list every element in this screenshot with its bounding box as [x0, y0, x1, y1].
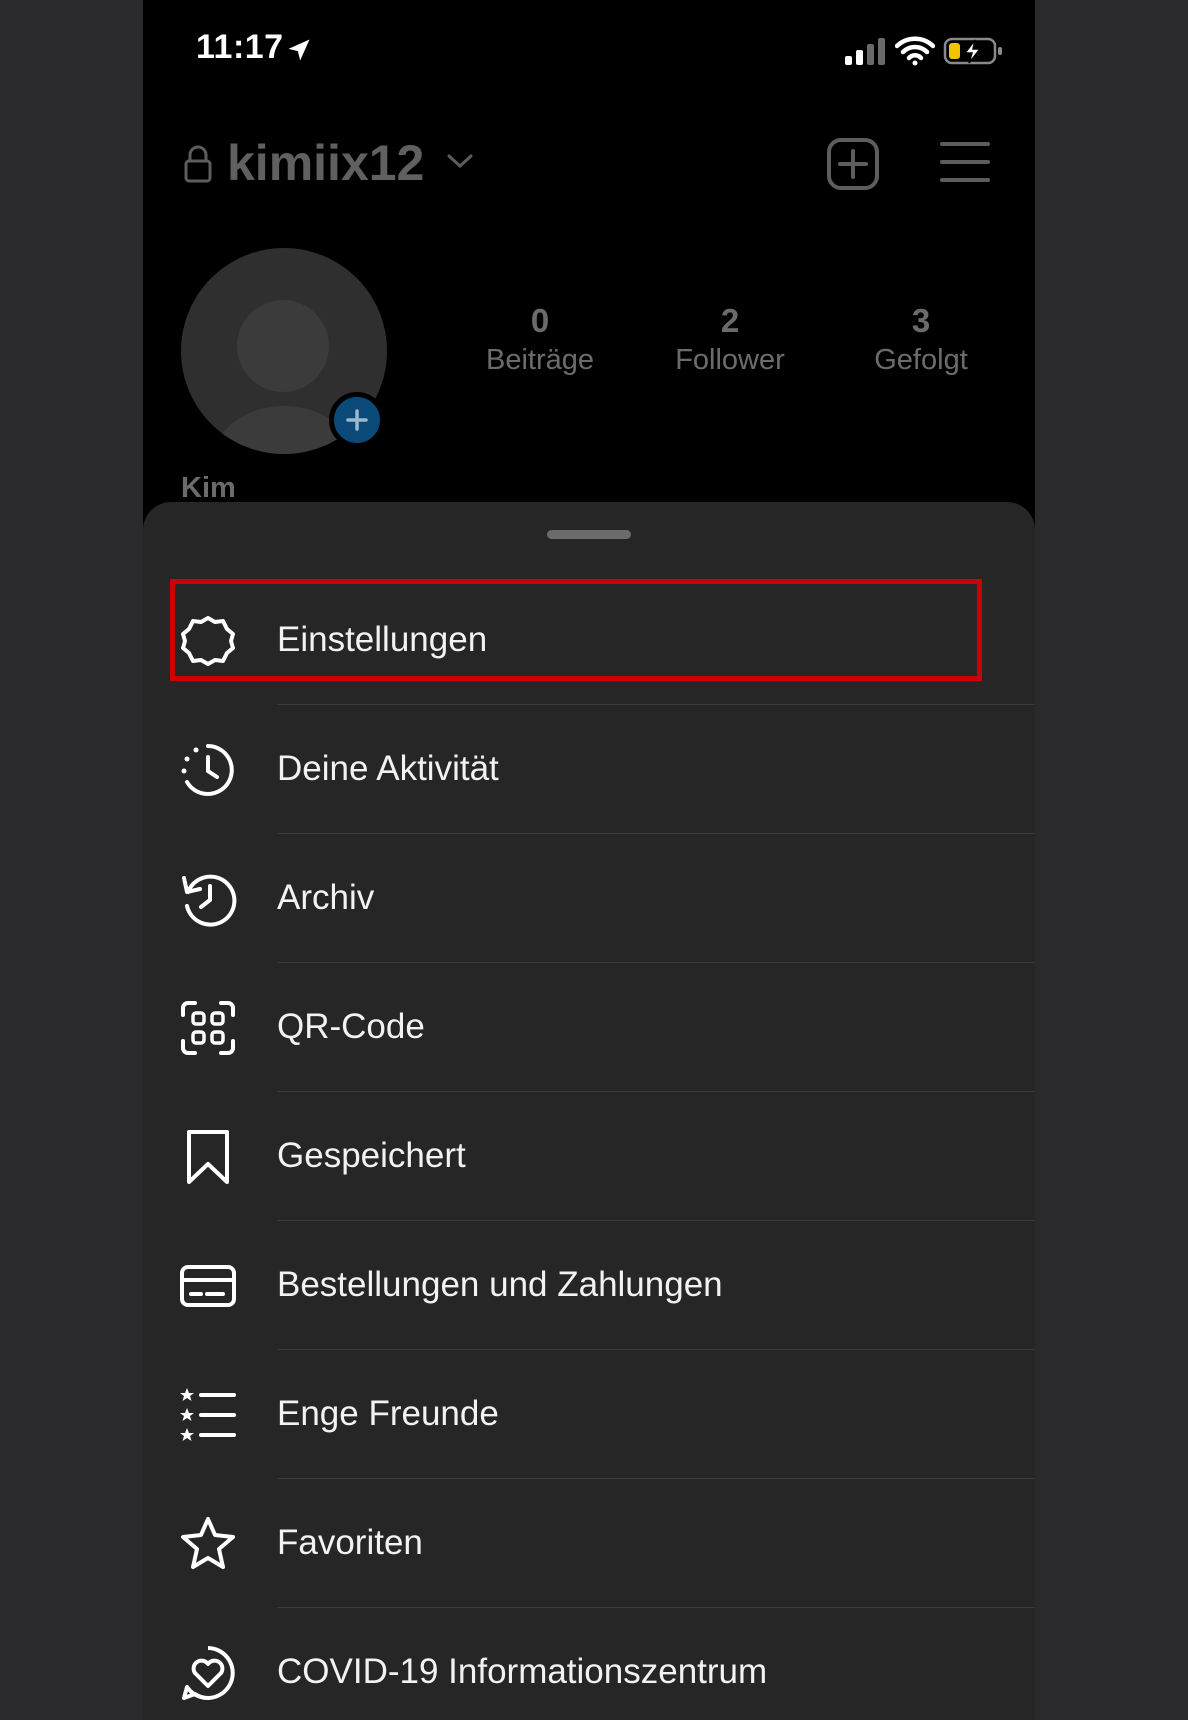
menu-item-label: COVID-19 Informationszentrum [277, 1652, 768, 1691]
stat-posts-label: Beiträge [485, 344, 594, 376]
menu-list: Einstellungen Deine Aktivität Archiv QR-… [143, 576, 1035, 1720]
status-bar: 11:17 [143, 0, 1035, 104]
wifi-icon [895, 36, 935, 66]
star-list-icon [180, 1388, 236, 1441]
add-story-button[interactable] [329, 392, 385, 448]
menu-item-orders-payments[interactable]: Bestellungen und Zahlungen [143, 1221, 1035, 1350]
profile-display-name: Kim [181, 472, 236, 504]
sheet-drag-handle[interactable] [547, 530, 631, 539]
battery-charging-icon [943, 37, 1002, 65]
plus-icon [346, 409, 368, 431]
bottom-sheet-menu: Einstellungen Deine Aktivität Archiv QR-… [143, 502, 1035, 1720]
activity-clock-icon [181, 744, 234, 796]
account-username[interactable]: kimiix12 [227, 134, 424, 192]
stat-posts-count: 0 [530, 302, 550, 339]
lock-icon [184, 145, 212, 183]
stat-followers-count: 2 [720, 302, 740, 339]
menu-item-label: Archiv [277, 878, 375, 917]
heart-speech-icon [182, 1646, 235, 1700]
menu-item-close-friends[interactable]: Enge Freunde [143, 1350, 1035, 1479]
menu-item-covid-info[interactable]: COVID-19 Informationszentrum [143, 1608, 1035, 1720]
menu-item-saved[interactable]: Gespeichert [143, 1092, 1035, 1221]
hamburger-menu-icon[interactable] [940, 140, 990, 184]
menu-item-archive[interactable]: Archiv [143, 834, 1035, 963]
menu-item-qr-code[interactable]: QR-Code [143, 963, 1035, 1092]
stat-followers-label: Follower [675, 344, 785, 376]
status-time: 11:17 [196, 28, 284, 66]
menu-item-label: QR-Code [277, 1007, 425, 1046]
menu-item-label: Favoriten [277, 1523, 423, 1562]
chevron-down-icon[interactable] [445, 150, 475, 172]
qr-code-icon [181, 1001, 235, 1055]
stat-followers[interactable]: 2 Follower [650, 302, 810, 377]
menu-item-label: Bestellungen und Zahlungen [277, 1265, 723, 1304]
profile-summary: 0 Beiträge 2 Follower 3 Gefolgt Kim [143, 240, 1035, 504]
menu-item-label: Deine Aktivität [277, 749, 499, 788]
location-arrow-icon [288, 39, 310, 61]
menu-item-settings[interactable]: Einstellungen [143, 576, 1035, 705]
settings-gear-icon [181, 616, 235, 666]
menu-item-label: Gespeichert [277, 1136, 466, 1175]
menu-item-favorites[interactable]: Favoriten [143, 1479, 1035, 1608]
cellular-signal-icon [845, 38, 885, 65]
stat-following-count: 3 [911, 302, 931, 339]
archive-history-icon [182, 874, 237, 927]
credit-card-icon [180, 1265, 236, 1307]
bookmark-icon [187, 1130, 229, 1184]
new-post-icon[interactable] [825, 136, 881, 192]
phone-screen: 11:17 kimiix12 0 Beiträge 2 Follower 3 G… [143, 0, 1035, 1720]
avatar-placeholder-head [237, 300, 329, 392]
menu-item-label: Enge Freunde [277, 1394, 499, 1433]
stat-posts[interactable]: 0 Beiträge [460, 302, 620, 377]
stat-following-label: Gefolgt [874, 344, 968, 376]
star-icon [181, 1517, 235, 1569]
menu-item-label: Einstellungen [277, 620, 488, 659]
stat-following[interactable]: 3 Gefolgt [841, 302, 1001, 377]
menu-item-activity[interactable]: Deine Aktivität [143, 705, 1035, 834]
profile-header: kimiix12 [143, 120, 1035, 210]
